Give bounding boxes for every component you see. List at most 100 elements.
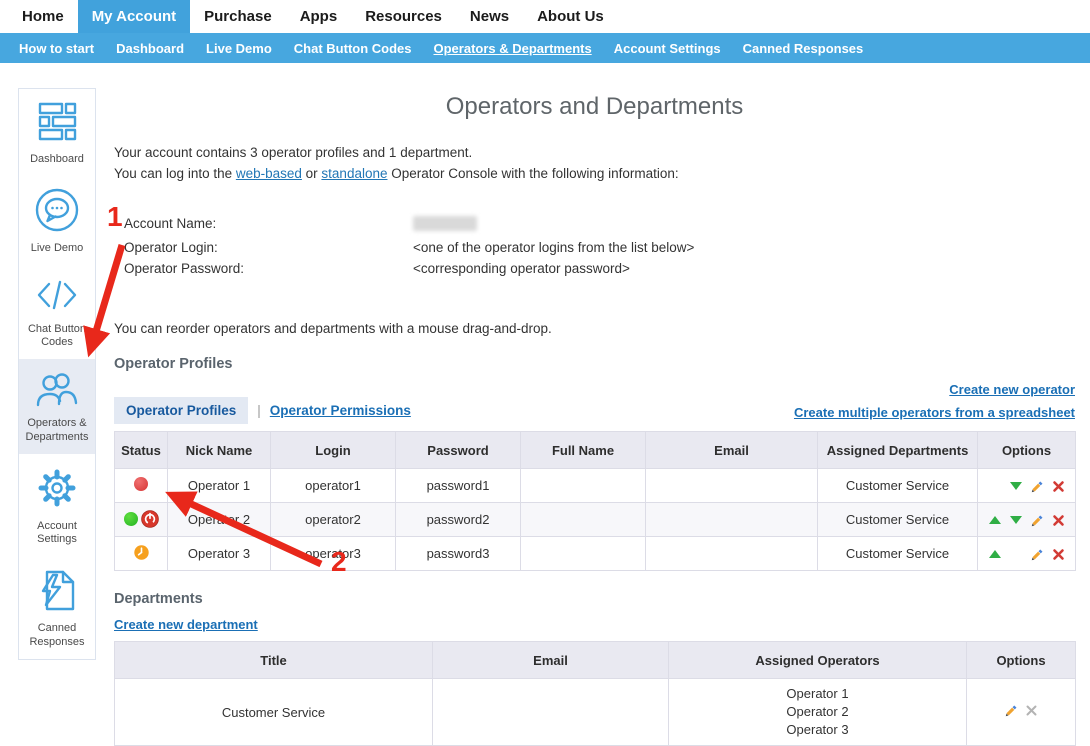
tab-operator-permissions[interactable]: Operator Permissions bbox=[270, 403, 411, 418]
operator-password-label: Operator Password: bbox=[114, 258, 413, 279]
gear-icon bbox=[21, 465, 93, 516]
edit-pencil-icon[interactable] bbox=[1030, 513, 1044, 527]
people-icon bbox=[21, 370, 93, 413]
sidebar-label: Canned Responses bbox=[21, 622, 93, 650]
subnav-chat-button-codes[interactable]: Chat Button Codes bbox=[283, 41, 423, 56]
create-new-operator-link[interactable]: Create new operator bbox=[949, 382, 1075, 397]
tab-separator: | bbox=[257, 403, 261, 418]
col-nick-name: Nick Name bbox=[168, 432, 271, 469]
online-status-icon bbox=[124, 512, 138, 526]
assigned-operators-cell: Operator 1 Operator 2 Operator 3 bbox=[669, 679, 967, 746]
col-dept-email: Email bbox=[433, 642, 669, 679]
subnav-canned-responses[interactable]: Canned Responses bbox=[732, 41, 875, 56]
chat-bubble-icon bbox=[21, 187, 93, 238]
assigned-departments-cell: Customer Service bbox=[818, 537, 978, 571]
nick-name-cell: Operator 1 bbox=[168, 469, 271, 503]
sidebar-label: Dashboard bbox=[21, 153, 93, 167]
operator-login-label: Operator Login: bbox=[114, 237, 413, 258]
departments-table: Title Email Assigned Operators Options C… bbox=[114, 641, 1076, 746]
web-based-link[interactable]: web-based bbox=[236, 166, 302, 181]
login-cell: operator3 bbox=[271, 537, 396, 571]
account-name-row: Account Name: bbox=[114, 213, 1075, 237]
col-assigned-departments: Assigned Departments bbox=[818, 432, 978, 469]
edit-pencil-icon[interactable] bbox=[1030, 479, 1044, 493]
sidebar-label: Operators & Departments bbox=[21, 417, 93, 445]
sidebar-item-canned-responses[interactable]: Canned Responses bbox=[19, 556, 95, 659]
away-status-icon bbox=[134, 545, 149, 560]
department-options-cell bbox=[1004, 703, 1039, 717]
email-cell bbox=[646, 537, 818, 571]
delete-disabled-icon bbox=[1025, 703, 1039, 717]
col-email: Email bbox=[646, 432, 818, 469]
move-down-icon[interactable] bbox=[1009, 479, 1023, 493]
delete-icon[interactable] bbox=[1051, 479, 1065, 493]
edit-pencil-icon[interactable] bbox=[1004, 703, 1018, 717]
full-name-cell bbox=[521, 469, 646, 503]
col-login: Login bbox=[271, 432, 396, 469]
sidebar-item-live-demo[interactable]: Live Demo bbox=[19, 176, 95, 265]
create-new-department-link[interactable]: Create new department bbox=[114, 617, 258, 632]
topnav-my-account[interactable]: My Account bbox=[78, 0, 190, 33]
topnav-news[interactable]: News bbox=[456, 0, 523, 33]
topnav-apps[interactable]: Apps bbox=[286, 0, 352, 33]
page-title: Operators and Departments bbox=[114, 93, 1075, 121]
subnav-operators-departments[interactable]: Operators & Departments bbox=[423, 41, 603, 56]
topnav-home[interactable]: Home bbox=[8, 0, 78, 33]
department-title-cell: Customer Service bbox=[115, 679, 433, 746]
sidebar-item-operators-departments[interactable]: Operators & Departments bbox=[19, 359, 95, 454]
sidebar-item-account-settings[interactable]: Account Settings bbox=[19, 454, 95, 557]
intro-line1: Your account contains 3 operator profile… bbox=[114, 143, 1075, 164]
col-status: Status bbox=[115, 432, 168, 469]
login-cell: operator1 bbox=[271, 469, 396, 503]
edit-pencil-icon[interactable] bbox=[1030, 547, 1044, 561]
lightning-page-icon bbox=[21, 567, 93, 618]
move-up-icon[interactable] bbox=[988, 513, 1002, 527]
topnav-purchase[interactable]: Purchase bbox=[190, 0, 286, 33]
sidebar-item-chat-button-codes[interactable]: Chat Button Codes bbox=[19, 265, 95, 360]
password-cell: password3 bbox=[396, 537, 521, 571]
options-cell bbox=[988, 513, 1065, 527]
main-content: Operators and Departments Your account c… bbox=[114, 93, 1075, 746]
sidebar: Dashboard Live Demo Chat Button Codes bbox=[18, 88, 96, 660]
col-options: Options bbox=[978, 432, 1076, 469]
email-cell bbox=[646, 469, 818, 503]
operator-password-row: Operator Password: <corresponding operat… bbox=[114, 258, 1075, 279]
sidebar-item-dashboard[interactable]: Dashboard bbox=[19, 89, 95, 176]
move-down-icon[interactable] bbox=[1009, 513, 1023, 527]
operators-table-header-row: Status Nick Name Login Password Full Nam… bbox=[115, 432, 1076, 469]
tabs-and-create-links: Operator Profiles | Operator Permissions… bbox=[114, 378, 1075, 424]
delete-icon[interactable] bbox=[1051, 547, 1065, 561]
options-cell bbox=[988, 547, 1065, 561]
logout-power-icon[interactable] bbox=[141, 510, 159, 528]
tab-operator-profiles[interactable]: Operator Profiles bbox=[114, 397, 248, 424]
full-name-cell bbox=[521, 537, 646, 571]
subnav-account-settings[interactable]: Account Settings bbox=[603, 41, 732, 56]
operator-login-row: Operator Login: <one of the operator log… bbox=[114, 237, 1075, 258]
sidebar-label: Account Settings bbox=[21, 520, 93, 548]
sidebar-label: Chat Button Codes bbox=[21, 323, 93, 351]
operator-profiles-heading: Operator Profiles bbox=[114, 356, 1075, 372]
topnav-about-us[interactable]: About Us bbox=[523, 0, 618, 33]
col-password: Password bbox=[396, 432, 521, 469]
subnav-dashboard[interactable]: Dashboard bbox=[105, 41, 195, 56]
account-info: Account Name: Operator Login: <one of th… bbox=[114, 213, 1075, 279]
departments-table-header-row: Title Email Assigned Operators Options bbox=[115, 642, 1076, 679]
standalone-link[interactable]: standalone bbox=[321, 166, 387, 181]
subnav-live-demo[interactable]: Live Demo bbox=[195, 41, 283, 56]
login-cell: operator2 bbox=[271, 503, 396, 537]
assigned-departments-cell: Customer Service bbox=[818, 469, 978, 503]
department-email-cell bbox=[433, 679, 669, 746]
move-up-icon[interactable] bbox=[988, 547, 1002, 561]
topnav-resources[interactable]: Resources bbox=[351, 0, 456, 33]
intro-text: Your account contains 3 operator profile… bbox=[114, 143, 1075, 185]
department-row-1: Customer Service Operator 1 Operator 2 O… bbox=[115, 679, 1076, 746]
sidebar-label: Live Demo bbox=[21, 242, 93, 256]
offline-status-icon bbox=[134, 477, 148, 491]
operator-row-1: Operator 1 operator1 password1 Customer … bbox=[115, 469, 1076, 503]
create-multiple-operators-link[interactable]: Create multiple operators from a spreads… bbox=[794, 405, 1075, 420]
full-name-cell bbox=[521, 503, 646, 537]
top-navigation: Home My Account Purchase Apps Resources … bbox=[0, 0, 1090, 33]
operators-table: Status Nick Name Login Password Full Nam… bbox=[114, 431, 1076, 571]
subnav-how-to-start[interactable]: How to start bbox=[8, 41, 105, 56]
delete-icon[interactable] bbox=[1051, 513, 1065, 527]
